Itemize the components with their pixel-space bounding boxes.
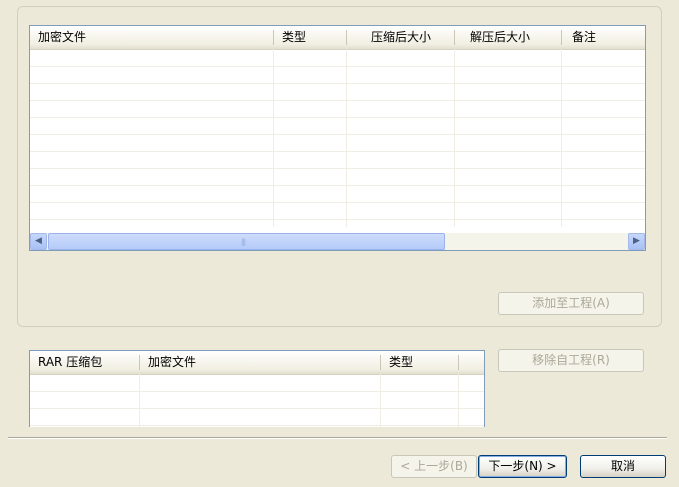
column-header-uncompressed-size[interactable]: 解压后大小 xyxy=(455,26,561,49)
grid-line xyxy=(30,425,484,426)
grid-line xyxy=(30,168,645,169)
column-header-type[interactable]: 类型 xyxy=(274,26,346,49)
column-header-notes[interactable]: 备注 xyxy=(562,26,645,49)
grid-line xyxy=(273,49,274,227)
grid-line xyxy=(30,83,645,84)
grip-icon: ||| xyxy=(241,238,246,246)
grid-line xyxy=(30,117,645,118)
next-button[interactable]: 下一步(N) > xyxy=(478,455,567,478)
encrypted-files-list[interactable]: 加密文件 类型 压缩后大小 解压后大小 备注 ◀ ||| ▶ xyxy=(29,25,646,251)
cancel-button[interactable]: 取消 xyxy=(580,455,666,478)
grid-line xyxy=(30,391,484,392)
wizard-page: { "top_table": { "columns": ["加密文件", "类型… xyxy=(0,0,679,487)
list-header: RAR 压缩包 加密文件 类型 xyxy=(30,351,484,375)
rar-archive-list[interactable]: RAR 压缩包 加密文件 类型 xyxy=(29,350,485,427)
footer-divider xyxy=(8,437,667,439)
remove-from-project-button[interactable]: 移除自工程(R) xyxy=(498,349,644,372)
grid-line xyxy=(30,66,645,67)
grid-line xyxy=(561,49,562,227)
grid-line xyxy=(30,151,645,152)
grid-line xyxy=(30,100,645,101)
horizontal-scrollbar[interactable]: ◀ ||| ▶ xyxy=(30,233,645,250)
grid-line xyxy=(346,49,347,227)
column-header-type[interactable]: 类型 xyxy=(381,351,458,374)
add-to-project-button[interactable]: 添加至工程(A) xyxy=(498,292,644,315)
arrow-left-icon[interactable]: ◀ xyxy=(30,233,47,250)
list-header: 加密文件 类型 压缩后大小 解压后大小 备注 xyxy=(30,26,645,50)
grid-line xyxy=(30,219,645,220)
column-header-rar-archive[interactable]: RAR 压缩包 xyxy=(30,351,139,374)
grid-line xyxy=(30,185,645,186)
scrollbar-thumb[interactable]: ||| xyxy=(48,233,445,250)
grid-line xyxy=(380,374,381,427)
column-header-encrypted-file[interactable]: 加密文件 xyxy=(30,26,273,49)
grid-line xyxy=(30,134,645,135)
grid-line xyxy=(458,374,459,427)
column-header-encrypted-file[interactable]: 加密文件 xyxy=(140,351,380,374)
back-button[interactable]: < 上一步(B) xyxy=(391,455,477,478)
grid-line xyxy=(30,202,645,203)
grid-line xyxy=(30,408,484,409)
arrow-right-icon[interactable]: ▶ xyxy=(628,233,645,250)
grid-line xyxy=(454,49,455,227)
column-header-compressed-size[interactable]: 压缩后大小 xyxy=(347,26,454,49)
grid-line xyxy=(139,374,140,427)
